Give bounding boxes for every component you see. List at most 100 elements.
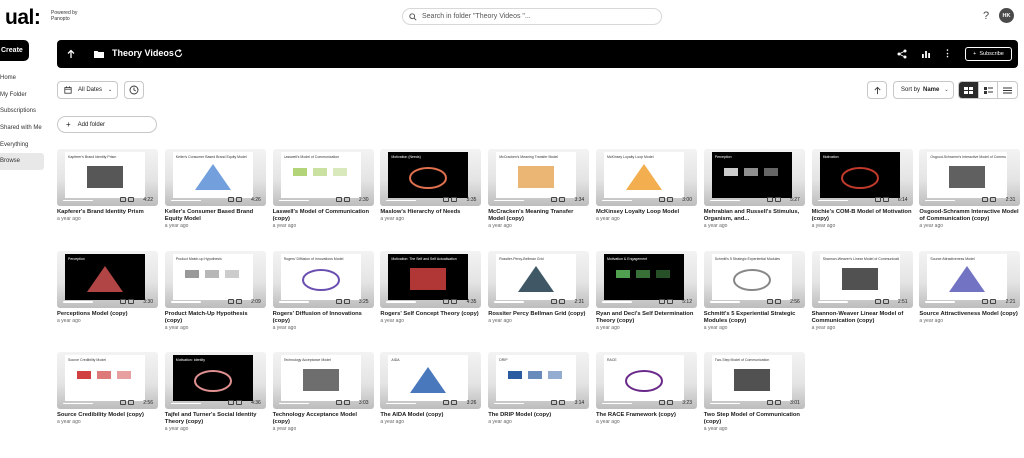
video-thumbnail[interactable]: Perception 3:30 <box>57 250 158 308</box>
copy-icon <box>874 197 881 202</box>
video-title[interactable]: Two Step Model of Communication (copy) <box>704 412 800 425</box>
slide-diagram <box>409 167 448 189</box>
video-title[interactable]: Rogers' Self Concept Theory (copy) <box>380 311 478 317</box>
list-view-button[interactable] <box>998 82 1017 98</box>
video-thumbnail[interactable]: Keller's Consumer Based Brand Equity Mod… <box>164 149 266 206</box>
slides-icon <box>343 197 350 202</box>
video-title[interactable]: Michie's COM-B Model of Motivation (copy… <box>812 209 912 222</box>
video-title[interactable]: Mehrabian and Russell's Stimulus, Organi… <box>704 209 799 222</box>
video-thumbnail[interactable]: Source Credibility Model 2:56 <box>57 352 158 409</box>
video-thumbnail[interactable]: Motivation & Engagement 5:12 <box>596 250 697 308</box>
slide-preview: RACE <box>604 355 684 401</box>
sidebar-item-browse[interactable]: Browse <box>0 152 44 170</box>
video-title[interactable]: Technology Acceptance Model (copy) <box>273 412 357 425</box>
arrow-up-icon[interactable] <box>66 49 76 59</box>
video-title[interactable]: Rossiter Percy Bellman Grid (copy) <box>488 311 585 317</box>
video-title[interactable]: Maslow's Hierarchy of Needs <box>380 209 460 215</box>
video-duration: 2:51 <box>897 298 908 305</box>
video-thumbnail[interactable]: McKinsey Loyalty Loop Model 3:00 <box>596 149 697 206</box>
video-date: a year ago <box>164 223 189 229</box>
video-date: a year ago <box>703 324 728 331</box>
video-thumbnail[interactable]: Source Attractiveness Model 2:21 <box>919 250 1021 308</box>
video-title-block: Product Match-Up Hypothesis (copy) a year… <box>165 311 266 331</box>
help-icon[interactable]: ? <box>983 10 989 22</box>
video-thumbnail[interactable]: AIDA 3:26 <box>380 352 482 409</box>
sidebar-item-everything[interactable]: Everything <box>0 136 44 153</box>
share-icon[interactable] <box>897 49 907 59</box>
video-duration: 2:21 <box>1005 298 1016 305</box>
video-title[interactable]: McKinsey Loyalty Loop Model <box>596 209 679 215</box>
sidebar-item-shared-with-me[interactable]: Shared with Me <box>0 120 44 137</box>
video-thumbnail[interactable]: Kapferer's Brand Identity Prism 4:22 <box>57 149 158 206</box>
slide-preview: Motivation: Identity <box>172 355 253 401</box>
slide-diagram <box>77 371 131 379</box>
chevron-down-icon: ⌄ <box>108 87 113 93</box>
video-thumbnail[interactable]: Product Match-up Hypothesis 2:09 <box>164 250 266 308</box>
logo[interactable]: ual: <box>5 6 41 30</box>
video-title[interactable]: Source Attractiveness Model (copy) <box>919 311 1017 317</box>
date-filter-dropdown[interactable]: All Dates ⌄ <box>57 81 118 99</box>
video-thumbnail[interactable]: Technology Acceptance Model 3:03 <box>272 352 374 409</box>
video-title[interactable]: McCracken's Meaning Transfer Model (copy… <box>488 209 573 222</box>
thumbnail-icons <box>335 197 352 202</box>
slide-diagram <box>194 164 231 190</box>
subscribe-button[interactable]: + Subscribe <box>965 47 1012 61</box>
slide-diagram <box>193 370 232 392</box>
grid-view-button[interactable] <box>959 82 979 98</box>
slide-preview: McKinsey Loyalty Loop Model <box>604 152 684 198</box>
video-date: a year ago <box>57 317 81 324</box>
recent-button[interactable] <box>124 81 144 99</box>
slides-icon <box>774 298 781 304</box>
video-title[interactable]: Tajfel and Turner's Social Identity Theo… <box>165 412 257 425</box>
video-title[interactable]: Product Match-Up Hypothesis (copy) <box>165 311 248 324</box>
video-title[interactable]: Kapferer's Brand Identity Prism <box>57 209 144 215</box>
video-title[interactable]: Source Credibility Model (copy) <box>57 412 144 418</box>
sidebar-item-home[interactable]: Home <box>0 70 44 87</box>
video-thumbnail[interactable]: McCracken's Meaning Transfer Model 3:34 <box>488 149 590 206</box>
video-title[interactable]: The DRIP Model (copy) <box>488 412 551 418</box>
video-title[interactable]: The RACE Framework (copy) <box>596 412 676 418</box>
sort-direction-button[interactable] <box>867 81 887 99</box>
video-date: a year ago <box>919 223 944 229</box>
video-title[interactable]: Keller's Consumer Based Brand Equity Mod… <box>165 209 253 222</box>
more-options-icon[interactable]: ⋮ <box>943 48 952 59</box>
video-thumbnail[interactable]: RACE 3:23 <box>596 352 697 409</box>
create-button[interactable]: Create <box>0 40 29 61</box>
video-thumbnail[interactable]: Motivation: The Self and Self Actualisat… <box>380 250 482 308</box>
video-title[interactable]: The AIDA Model (copy) <box>380 412 443 418</box>
video-thumbnail[interactable]: Motivation: Identity 4:36 <box>164 352 266 409</box>
video-title[interactable]: Shannon-Weaver Linear Model of Communica… <box>812 311 904 324</box>
video-thumbnail[interactable]: Motivation (Needs) 5:35 <box>380 149 482 206</box>
video-thumbnail[interactable]: Osgood-Schramm's Interactive Model of Co… <box>919 149 1021 206</box>
thumbnail-icons <box>874 197 891 202</box>
add-folder-button[interactable]: + Add folder <box>57 116 157 133</box>
video-thumbnail[interactable]: Motivation 6:14 <box>811 149 913 206</box>
progress-bar <box>817 301 848 303</box>
video-title[interactable]: Perceptions Model (copy) <box>57 311 128 317</box>
slide-preview: Perception <box>65 253 145 300</box>
stats-icon[interactable] <box>921 49 931 59</box>
video-duration: 3:14 <box>574 400 585 406</box>
search-input[interactable]: Search in folder "Theory Videos "... <box>402 8 662 25</box>
video-title[interactable]: Ryan and Deci's Self Determination Theor… <box>596 311 693 324</box>
sort-dropdown[interactable]: Sort by Name ⌄ <box>893 81 954 99</box>
video-thumbnail[interactable]: Shannon-Weaver's Linear Model of Communi… <box>811 250 913 308</box>
video-thumbnail[interactable]: Two-Step Model of Communication 3:01 <box>703 352 805 409</box>
sidebar-item-subscriptions[interactable]: Subscriptions <box>0 103 44 120</box>
video-thumbnail[interactable]: DRIP 3:14 <box>488 352 590 409</box>
detail-view-button[interactable] <box>979 82 999 98</box>
video-thumbnail[interactable]: Schmitt's 5 Strategic Experiential Modul… <box>703 250 805 308</box>
video-thumbnail[interactable]: Rossiter-Percy-Bellman Grid 2:31 <box>488 250 590 308</box>
slides-icon <box>774 197 781 202</box>
video-title[interactable]: Rogers' Diffusion of Innovations (copy) <box>273 311 362 324</box>
video-thumbnail[interactable]: Rogers' Diffusion of Innovations Model 3:… <box>272 250 374 308</box>
video-title[interactable]: Osgood-Schramm Interactive Model of Comm… <box>919 209 1018 222</box>
video-date: a year ago <box>596 419 620 425</box>
video-title[interactable]: Schmitt's 5 Experiential Strategic Modul… <box>704 311 796 324</box>
video-thumbnail[interactable]: Perception 5:27 <box>703 149 805 206</box>
video-title[interactable]: Laswell's Model of Communication (copy) <box>273 209 369 222</box>
avatar[interactable]: HK <box>999 8 1014 23</box>
sidebar-item-my-folder[interactable]: My Folder <box>0 87 44 104</box>
refresh-icon[interactable] <box>174 49 183 58</box>
video-thumbnail[interactable]: Lasswell's Model of Communication 2:30 <box>272 149 374 206</box>
